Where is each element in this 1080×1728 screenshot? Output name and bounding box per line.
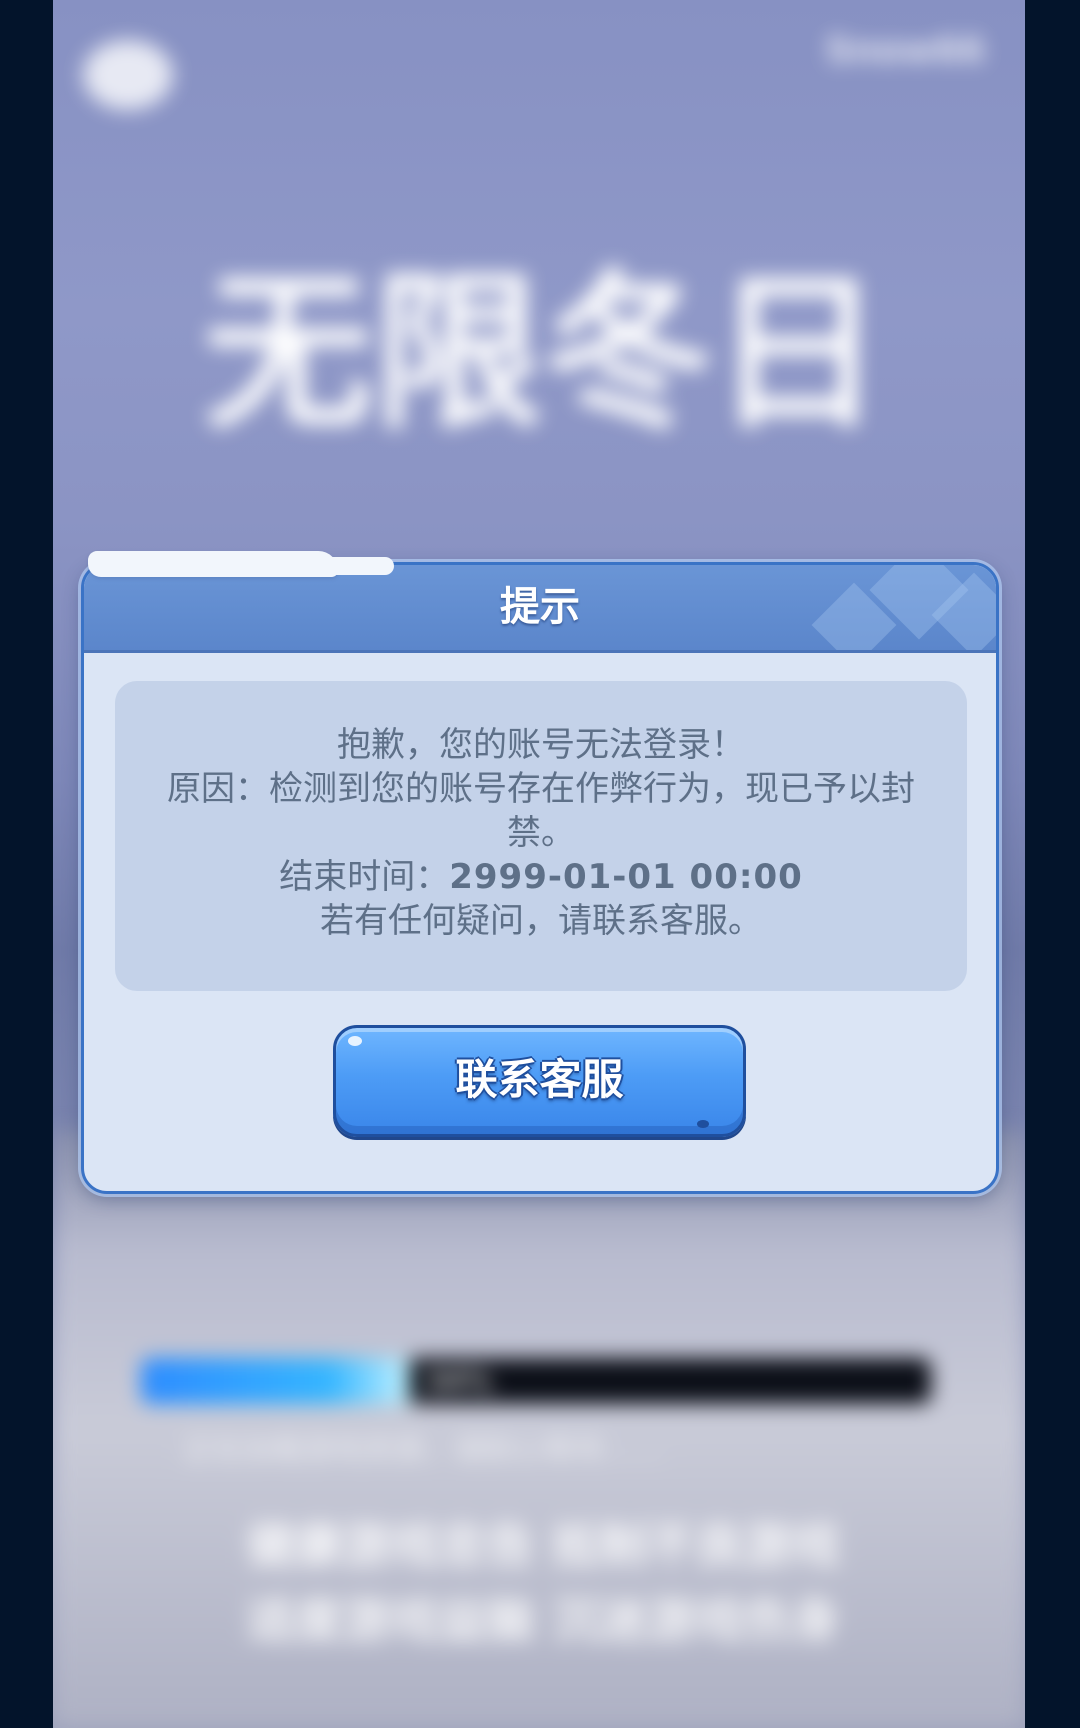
button-shine: [348, 1036, 362, 1046]
loading-bar: 34%: [141, 1358, 931, 1404]
ban-notice-dialog: 提示 抱歉，您的账号无法登录！ 原因：检测到您的账号存在作弊行为，现已予以封 禁…: [81, 551, 999, 1194]
health-notice-line: 适度游戏益脑 沉迷游戏伤身: [246, 1593, 840, 1649]
snow-cap-decoration: [314, 557, 394, 575]
contact-support-label: 联系客服: [455, 1055, 624, 1104]
right-letterbox: [1025, 0, 1080, 1728]
loading-bar-fill: [141, 1358, 410, 1404]
sun-glow: [83, 40, 173, 110]
game-logo: 无限冬日: [203, 255, 884, 453]
dialog-title: 提示: [500, 584, 580, 630]
message-box: 抱歉，您的账号无法登录！ 原因：检测到您的账号存在作弊行为，现已予以封 禁。 结…: [115, 681, 967, 991]
end-time-value: 2999-01-01 00:00: [449, 857, 803, 897]
message-line-reason: 原因：检测到您的账号存在作弊行为，现已予以封: [167, 769, 915, 809]
message-line-apology: 抱歉，您的账号无法登录！: [337, 725, 745, 765]
message-line-contact-hint: 若有任何疑问，请联系客服。: [320, 901, 762, 941]
loading-percent: 34%: [425, 1364, 493, 1397]
contact-support-button[interactable]: 联系客服: [333, 1025, 746, 1137]
snow-cap-decoration: [88, 551, 338, 577]
app-screen: Snow66 无限冬日 34% 正在加载游戏资源，请耐心等待…… 健康游戏忠告 …: [0, 0, 1080, 1728]
dialog-header: 提示: [84, 565, 996, 653]
health-notice-line: 健康游戏忠告 抵制不良游戏: [246, 1518, 840, 1574]
loading-tip: 正在加载游戏资源，请耐心等待……: [183, 1433, 663, 1468]
end-time-label: 结束时间：: [279, 857, 450, 897]
button-dot: [697, 1120, 709, 1128]
message-line-reason-cont: 禁。: [507, 813, 575, 853]
left-letterbox: [0, 0, 53, 1728]
message-line-end-time: 结束时间：2999-01-01 00:00: [115, 855, 967, 899]
top-right-label: Snow66: [825, 30, 985, 71]
